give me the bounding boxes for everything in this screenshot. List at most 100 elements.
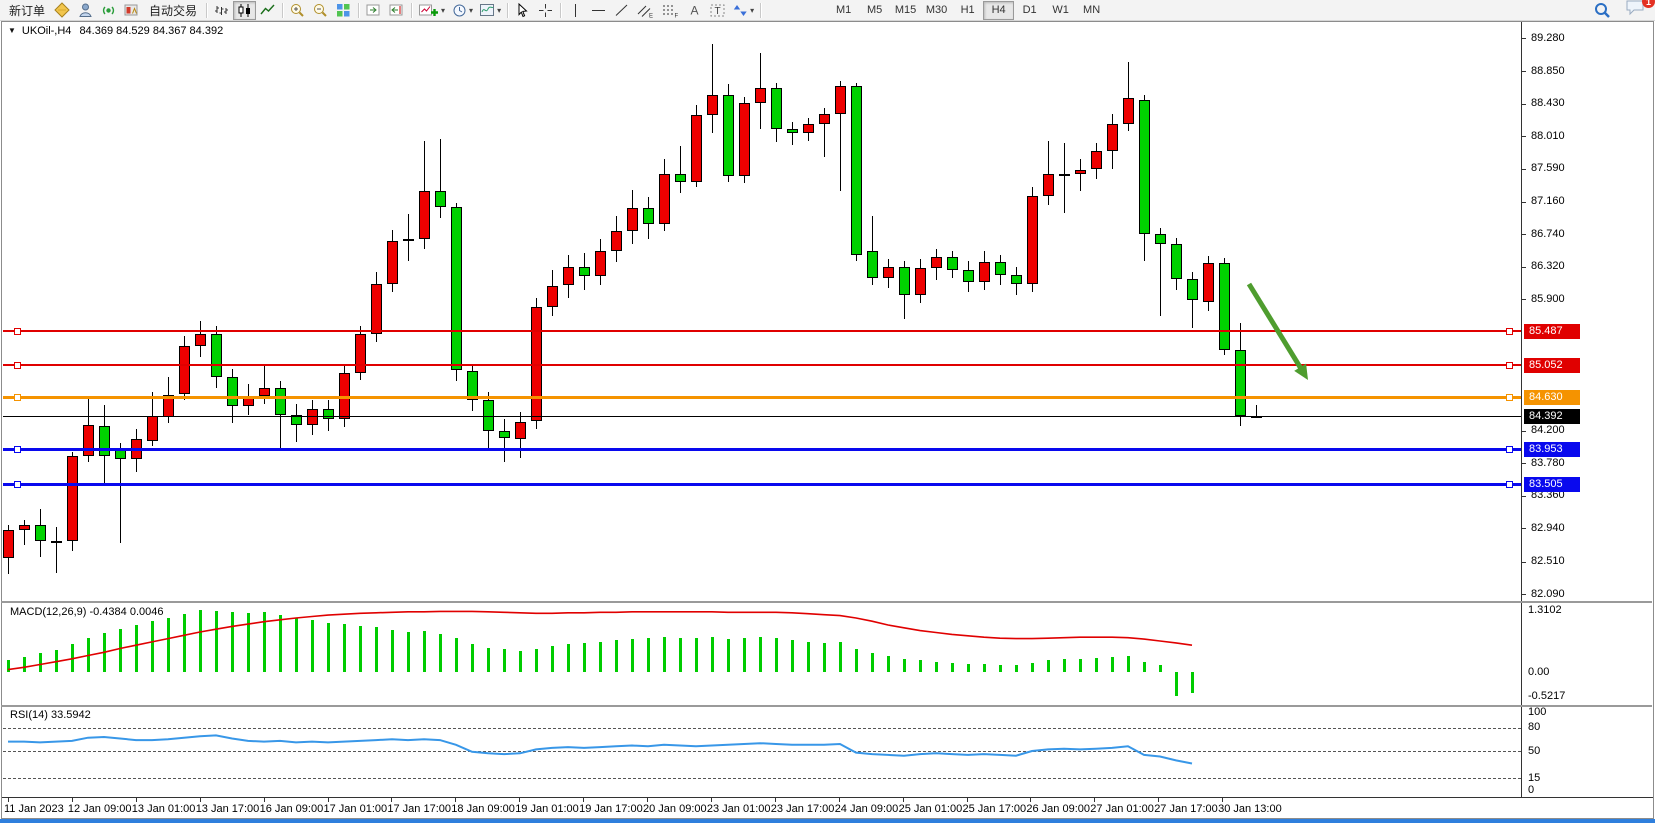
zoom-out-icon[interactable] bbox=[309, 1, 332, 20]
candle bbox=[739, 103, 750, 176]
macd-histogram-bar bbox=[295, 618, 298, 673]
auto-scroll-icon[interactable] bbox=[385, 1, 408, 20]
candle bbox=[1075, 170, 1086, 175]
wizard-icon[interactable] bbox=[51, 1, 74, 20]
candle-chart-icon[interactable] bbox=[233, 1, 256, 20]
toolbar-separator bbox=[355, 2, 362, 19]
time-tick bbox=[1094, 798, 1095, 802]
candle bbox=[371, 284, 382, 334]
price-tick bbox=[1522, 104, 1526, 105]
bar-chart-icon[interactable] bbox=[210, 1, 233, 20]
notifications-button[interactable]: 1 bbox=[1625, 0, 1649, 22]
macd-histogram-bar bbox=[855, 649, 858, 673]
add-indicator-icon[interactable]: ▾ bbox=[415, 1, 448, 20]
rsi-pane-divider[interactable] bbox=[1, 705, 1652, 707]
timeframe-button-M30[interactable]: M30 bbox=[921, 1, 952, 20]
time-tick-label: 23 Jan 17:00 bbox=[771, 803, 835, 815]
timeframe-button-H1[interactable]: H1 bbox=[952, 1, 983, 20]
horizontal-line[interactable] bbox=[3, 396, 1521, 399]
macd-histogram-bar bbox=[1175, 672, 1178, 696]
macd-histogram-bar bbox=[807, 642, 810, 673]
text-icon[interactable]: A bbox=[683, 1, 706, 20]
fibonacci-icon[interactable]: F bbox=[658, 1, 683, 20]
zoom-in-icon[interactable] bbox=[286, 1, 309, 20]
macd-histogram-bar bbox=[1159, 665, 1162, 672]
macd-histogram-bar bbox=[1127, 656, 1130, 672]
toolbar-right: 1 bbox=[1590, 0, 1655, 22]
profile-icon[interactable] bbox=[74, 1, 97, 20]
timeframe-button-W1[interactable]: W1 bbox=[1045, 1, 1076, 20]
price-tick bbox=[1522, 431, 1526, 432]
macd-histogram-bar bbox=[103, 633, 106, 673]
toolbar-separator bbox=[279, 2, 286, 19]
shapes-icon[interactable]: ▾ bbox=[729, 1, 757, 20]
timeframe-button-H4[interactable]: H4 bbox=[983, 1, 1014, 20]
candle bbox=[963, 270, 974, 282]
macd-histogram-bar bbox=[359, 626, 362, 672]
time-tick bbox=[136, 798, 137, 802]
candle-wick bbox=[1080, 159, 1081, 192]
candle bbox=[403, 239, 414, 241]
tile-windows-icon[interactable] bbox=[332, 1, 355, 20]
time-tick bbox=[967, 798, 968, 802]
macd-histogram-bar bbox=[519, 651, 522, 672]
auto-trading-button[interactable]: 自动交易 bbox=[143, 1, 203, 20]
price-tick bbox=[1522, 594, 1526, 595]
line-handle[interactable] bbox=[1506, 394, 1513, 401]
horizontal-line[interactable] bbox=[3, 448, 1521, 451]
candle bbox=[1059, 174, 1070, 176]
line-handle[interactable] bbox=[14, 362, 21, 369]
template-icon[interactable]: ▾ bbox=[476, 1, 504, 20]
timeframe-button-MN[interactable]: MN bbox=[1076, 1, 1107, 20]
chart-shift-icon[interactable] bbox=[362, 1, 385, 20]
candle bbox=[803, 124, 814, 133]
vertical-line-icon[interactable] bbox=[564, 1, 587, 20]
price-axis-separator bbox=[1521, 22, 1522, 798]
timeframe-button-M1[interactable]: M1 bbox=[828, 1, 859, 20]
price-tick bbox=[1522, 202, 1526, 203]
one-click-trading-toggle[interactable]: ▼ bbox=[8, 26, 16, 35]
line-handle[interactable] bbox=[1506, 481, 1513, 488]
channel-icon[interactable]: E bbox=[633, 1, 658, 20]
price-tick-label: 88.850 bbox=[1531, 66, 1565, 77]
candle bbox=[435, 191, 446, 207]
candle bbox=[867, 251, 878, 279]
new-order-button[interactable]: 新订单 bbox=[3, 1, 51, 20]
cursor-icon[interactable] bbox=[511, 1, 534, 20]
macd-pane-divider[interactable] bbox=[1, 601, 1652, 603]
line-handle[interactable] bbox=[14, 446, 21, 453]
line-handle[interactable] bbox=[1506, 362, 1513, 369]
search-icon[interactable] bbox=[1590, 1, 1615, 20]
horizontal-line[interactable] bbox=[3, 364, 1521, 366]
price-tick-label: 84.200 bbox=[1531, 425, 1565, 436]
period-clock-icon[interactable]: ▾ bbox=[448, 1, 476, 20]
line-handle[interactable] bbox=[1506, 446, 1513, 453]
candle bbox=[3, 530, 14, 559]
line-handle[interactable] bbox=[14, 328, 21, 335]
candle bbox=[323, 409, 334, 419]
candle bbox=[51, 541, 62, 543]
current-price-line bbox=[3, 416, 1521, 417]
timeframe-button-M5[interactable]: M5 bbox=[859, 1, 890, 20]
autotrade-icon[interactable] bbox=[120, 1, 143, 20]
time-tick-label: 11 Jan 2023 bbox=[4, 803, 64, 815]
time-tick bbox=[200, 798, 201, 802]
timeframe-button-M15[interactable]: M15 bbox=[890, 1, 921, 20]
text-label-icon[interactable]: T bbox=[706, 1, 729, 20]
candle bbox=[179, 346, 190, 395]
line-handle[interactable] bbox=[14, 394, 21, 401]
timeframe-button-D1[interactable]: D1 bbox=[1014, 1, 1045, 20]
horizontal-line[interactable] bbox=[3, 330, 1521, 332]
candle bbox=[451, 207, 462, 371]
price-level-badge: 83.505 bbox=[1524, 477, 1580, 492]
crosshair-icon[interactable] bbox=[534, 1, 557, 20]
line-handle[interactable] bbox=[1506, 328, 1513, 335]
price-level-badge: 85.487 bbox=[1524, 324, 1580, 339]
line-chart-icon[interactable] bbox=[256, 1, 279, 20]
line-handle[interactable] bbox=[14, 481, 21, 488]
candle bbox=[1171, 244, 1182, 280]
trendline-icon[interactable] bbox=[610, 1, 633, 20]
horizontal-line-icon[interactable] bbox=[587, 1, 610, 20]
signal-icon[interactable] bbox=[97, 1, 120, 20]
horizontal-line[interactable] bbox=[3, 483, 1521, 486]
